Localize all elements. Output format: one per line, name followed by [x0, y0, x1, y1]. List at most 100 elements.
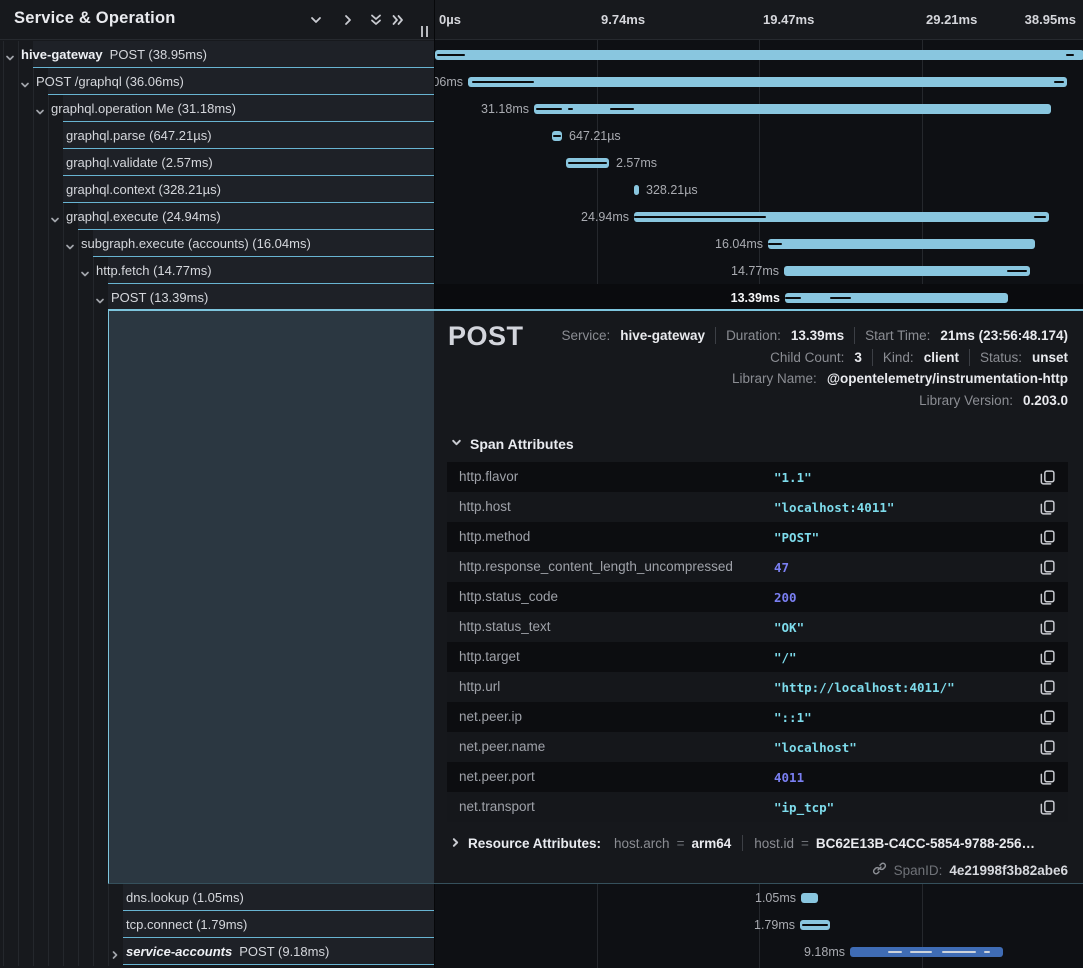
expand-one-icon[interactable]	[340, 12, 356, 28]
span-bar[interactable]	[785, 293, 1008, 303]
copy-icon[interactable]	[1039, 799, 1056, 816]
service-name: service-accounts	[126, 944, 232, 959]
bar-row-graphql-operation-me: 31.18ms	[435, 95, 1083, 122]
duration-label: 13.39ms	[695, 291, 780, 305]
tree-row-graphql-context[interactable]: graphql.context (328.21µs)	[0, 176, 434, 203]
span-bar[interactable]	[552, 131, 562, 141]
tree-row-hive-gateway-post[interactable]: hive-gatewayPOST (38.95ms)	[0, 41, 434, 68]
span-bar[interactable]	[800, 920, 830, 930]
bar-row-graphql-validate: 2.57ms	[435, 149, 1083, 176]
detail-meta-line-4: Library Version:0.203.0	[919, 393, 1068, 408]
attribute-value: "ip_tcp"	[774, 800, 834, 815]
operation-name: POST (38.95ms)	[110, 47, 207, 62]
span-bar[interactable]	[768, 239, 1035, 249]
separator	[872, 349, 873, 366]
copy-icon[interactable]	[1039, 559, 1056, 576]
tree-row-graphql-parse[interactable]: graphql.parse (647.21µs)	[0, 122, 434, 149]
span-id-label: SpanID:	[894, 863, 943, 878]
copy-icon[interactable]	[1039, 499, 1056, 516]
tick-label: 29.21ms	[926, 12, 977, 27]
equals-sign: =	[677, 836, 685, 851]
span-bar[interactable]	[784, 266, 1030, 276]
attribute-row: http.method"POST"	[447, 522, 1068, 552]
tree-row-post-graphql[interactable]: POST /graphql (36.06ms)	[0, 68, 434, 95]
attribute-key: http.target	[459, 649, 520, 664]
span-attributes-toggle[interactable]: Span Attributes	[451, 435, 574, 453]
attribute-key: http.host	[459, 499, 511, 514]
tree-row-graphql-execute[interactable]: graphql.execute (24.94ms)	[0, 203, 434, 230]
detail-row-spacer	[108, 311, 434, 884]
copy-icon[interactable]	[1039, 619, 1056, 636]
chevron-down-icon[interactable]	[20, 77, 30, 87]
tree-row-graphql-validate[interactable]: graphql.validate (2.57ms)	[0, 149, 434, 176]
copy-icon[interactable]	[1039, 709, 1056, 726]
attribute-key: http.flavor	[459, 469, 518, 484]
bar-row-graphql-parse: 647.21µs	[435, 122, 1083, 149]
span-bar[interactable]	[801, 893, 818, 903]
tree-row-tcp-connect[interactable]: tcp.connect (1.79ms)	[0, 911, 434, 938]
span-label: dns.lookup (1.05ms)	[126, 890, 244, 905]
chevron-down-icon[interactable]	[80, 266, 90, 276]
operation-name: tcp.connect (1.79ms)	[126, 917, 247, 932]
operation-name: POST /graphql (36.06ms)	[36, 74, 184, 89]
resource-attributes-toggle[interactable]: Resource Attributes: host.arch = arm64 h…	[450, 835, 1035, 851]
attribute-row: http.status_code200	[447, 582, 1068, 612]
span-bar[interactable]	[468, 77, 1067, 87]
tick-label: 9.74ms	[601, 12, 645, 27]
copy-icon[interactable]	[1039, 649, 1056, 666]
operation-name: http.fetch (14.77ms)	[96, 263, 212, 278]
tree-row-subgraph-execute[interactable]: subgraph.execute (accounts) (16.04ms)	[0, 230, 434, 257]
copy-icon[interactable]	[1039, 769, 1056, 786]
chevron-right-icon[interactable]	[110, 947, 120, 957]
attribute-value: "::1"	[774, 710, 812, 725]
chevron-down-icon[interactable]	[65, 239, 75, 249]
tree-row-post-selected[interactable]: POST (13.39ms)	[0, 284, 434, 311]
span-bar[interactable]	[566, 158, 609, 168]
child-count-value: 3	[854, 350, 862, 365]
tree-row-dns-lookup[interactable]: dns.lookup (1.05ms)	[0, 884, 434, 911]
copy-icon[interactable]	[1039, 739, 1056, 756]
span-bar[interactable]	[634, 185, 639, 195]
status-label: Status:	[980, 350, 1022, 365]
tick-label: 19.47ms	[763, 12, 814, 27]
service-value: hive-gateway	[620, 328, 705, 343]
column-resize-grip[interactable]	[420, 26, 430, 37]
resource-value: arm64	[691, 836, 731, 851]
expand-all-icon[interactable]	[390, 12, 406, 28]
bar-row-dns-lookup: 1.05ms	[435, 884, 1083, 911]
span-id-value: 4e21998f3b82abe6	[949, 863, 1068, 878]
trace-viewer: hive-gatewayPOST (38.95ms) POST /graphql…	[0, 0, 1083, 968]
span-bar[interactable]	[634, 212, 1049, 222]
tree-row-http-fetch[interactable]: http.fetch (14.77ms)	[0, 257, 434, 284]
span-bar[interactable]	[435, 50, 1083, 60]
bar-row-post-selected: 13.39ms	[435, 284, 1083, 311]
duration-label: 31.18ms	[444, 102, 529, 116]
copy-icon[interactable]	[1039, 529, 1056, 546]
duration-label: 14.77ms	[694, 264, 779, 278]
copy-icon[interactable]	[1039, 679, 1056, 696]
tree-row-graphql-operation-me[interactable]: graphql.operation Me (31.18ms)	[0, 95, 434, 122]
span-label: http.fetch (14.77ms)	[96, 263, 212, 278]
tree-row-service-accounts-post[interactable]: service-accounts POST (9.18ms)	[0, 938, 434, 965]
span-bar[interactable]	[850, 947, 1003, 957]
collapse-one-icon[interactable]	[308, 12, 324, 28]
resource-key: host.id	[754, 836, 794, 851]
tree-header: Service & Operation	[0, 0, 434, 40]
attribute-key: net.peer.name	[459, 739, 545, 754]
operation-name: POST (9.18ms)	[239, 944, 329, 959]
copy-icon[interactable]	[1039, 469, 1056, 486]
copy-icon[interactable]	[1039, 589, 1056, 606]
service-label: Service:	[561, 328, 610, 343]
attribute-row: net.peer.ip"::1"	[447, 702, 1068, 732]
detail-meta-line-3: Library Name:@opentelemetry/instrumentat…	[732, 371, 1068, 386]
span-label: POST (13.39ms)	[111, 290, 208, 305]
link-icon[interactable]	[872, 861, 887, 879]
attribute-value: "1.1"	[774, 470, 812, 485]
chevron-down-icon[interactable]	[50, 212, 60, 222]
collapse-all-icon[interactable]	[368, 12, 384, 28]
chevron-down-icon[interactable]	[5, 50, 15, 60]
span-bar[interactable]	[534, 104, 1051, 114]
operation-name: graphql.execute (24.94ms)	[66, 209, 221, 224]
chevron-down-icon[interactable]	[95, 293, 105, 303]
chevron-down-icon[interactable]	[35, 104, 45, 114]
